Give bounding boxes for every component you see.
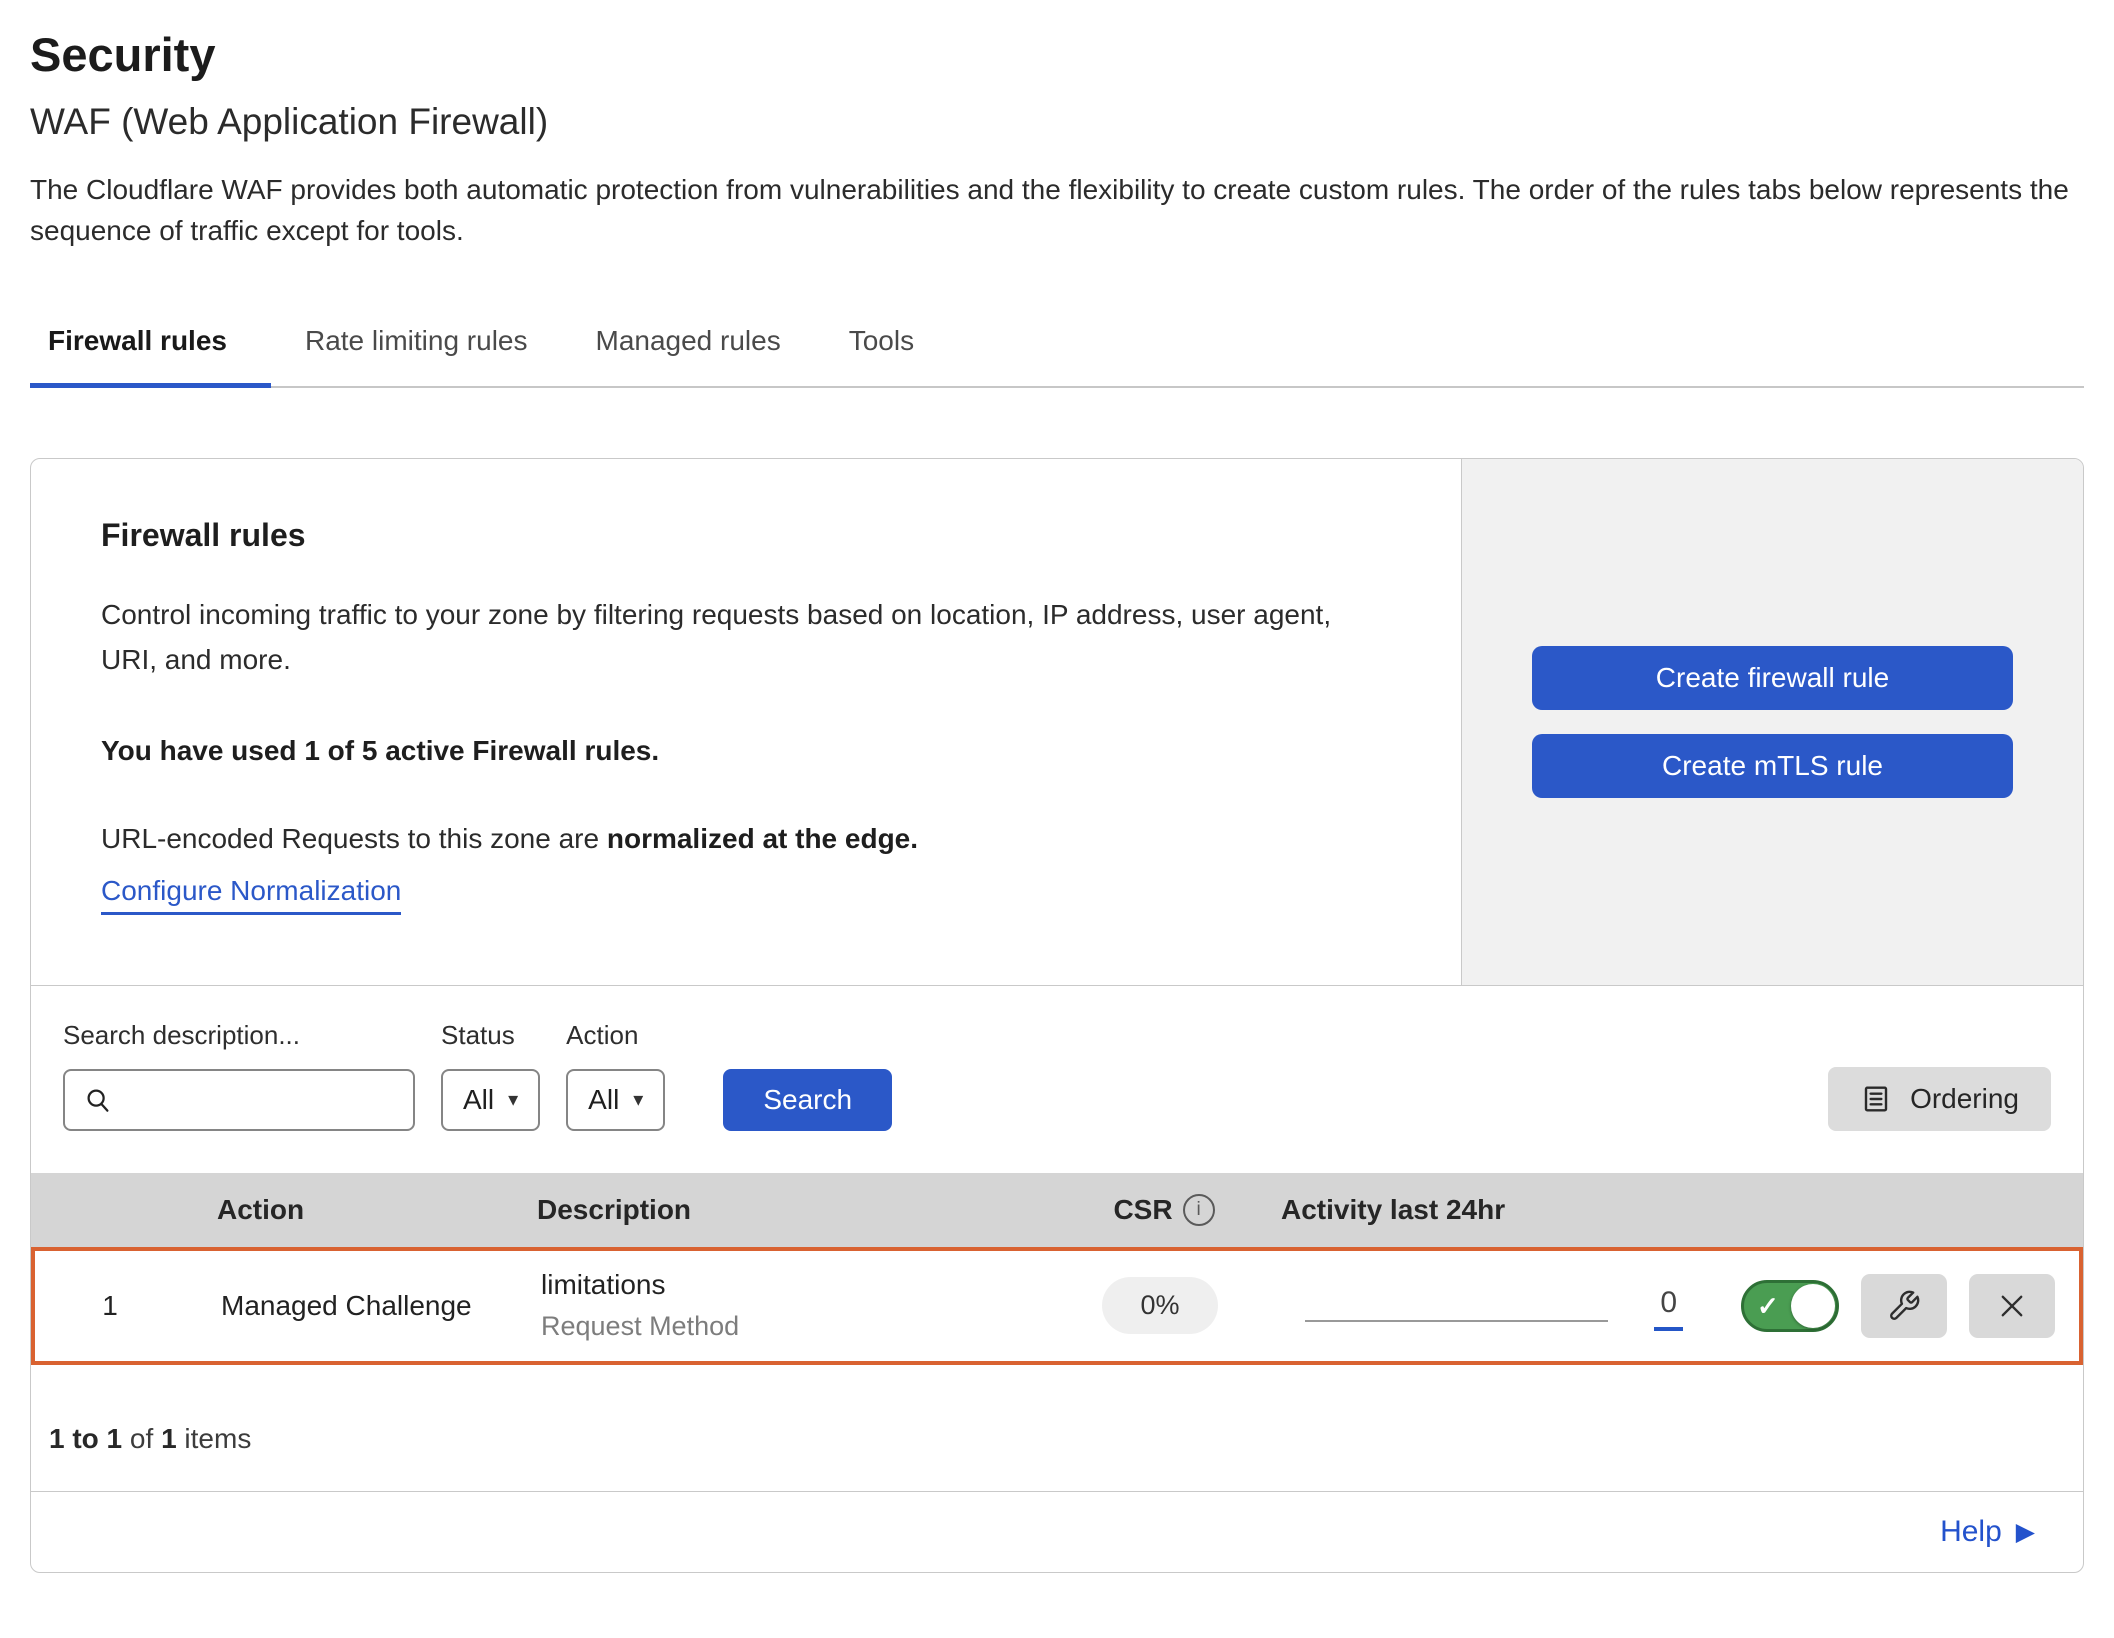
info-icon[interactable]: i <box>1183 1194 1215 1226</box>
create-firewall-rule-button[interactable]: Create firewall rule <box>1532 646 2013 710</box>
page-subtitle: WAF (Web Application Firewall) <box>30 100 2084 144</box>
search-input[interactable] <box>123 1083 395 1116</box>
status-dropdown-value: All <box>463 1084 494 1116</box>
rule-priority: 1 <box>35 1290 185 1322</box>
search-box <box>63 1069 415 1131</box>
arrow-right-icon: ▶ <box>2016 1520 2035 1545</box>
pagination-of: of <box>122 1423 161 1454</box>
page-description: The Cloudflare WAF provides both automat… <box>30 170 2075 251</box>
csr-badge: 0% <box>1102 1277 1217 1334</box>
normalization-note-text: URL-encoded Requests to this zone are <box>101 823 607 854</box>
status-dropdown[interactable]: All ▾ <box>441 1069 540 1131</box>
help-row: Help ▶ <box>31 1491 2083 1572</box>
table-row: 1 Managed Challenge limitations Request … <box>31 1247 2083 1365</box>
configure-normalization-link[interactable]: Configure Normalization <box>101 875 401 915</box>
usage-summary: You have used 1 of 5 active Firewall rul… <box>101 735 1391 767</box>
action-dropdown-value: All <box>588 1084 619 1116</box>
pagination-count: 1 <box>161 1423 177 1454</box>
close-icon <box>1995 1289 2029 1323</box>
overview-description: Control incoming traffic to your zone by… <box>101 592 1391 683</box>
rule-description-cell: limitations Request Method <box>515 1269 1065 1342</box>
ordering-button-label: Ordering <box>1910 1083 2019 1115</box>
normalization-note-bold: normalized at the edge. <box>607 823 918 854</box>
activity-count-link[interactable]: 0 <box>1654 1286 1683 1331</box>
filter-bar: Search description... Status All ▾ Actio… <box>31 985 2083 1173</box>
action-label: Action <box>566 1020 665 1051</box>
table-header-row: Action Description CSR i Activity last 2… <box>31 1173 2083 1247</box>
chevron-down-icon: ▾ <box>633 1087 643 1112</box>
search-label: Search description... <box>63 1020 415 1051</box>
edit-rule-button[interactable] <box>1861 1274 1947 1338</box>
pagination-items: items <box>177 1423 252 1454</box>
pagination-summary: 1 to 1 of 1 items <box>31 1365 2083 1491</box>
header-csr-label: CSR <box>1113 1194 1172 1226</box>
action-dropdown[interactable]: All ▾ <box>566 1069 665 1131</box>
search-button[interactable]: Search <box>723 1069 892 1131</box>
rule-description[interactable]: limitations <box>541 1269 1065 1301</box>
rule-csr-cell: 0% <box>1065 1277 1255 1334</box>
pagination-range: 1 to 1 <box>49 1423 122 1454</box>
activity-sparkline <box>1305 1320 1608 1322</box>
ordering-button[interactable]: Ordering <box>1828 1067 2051 1131</box>
rule-activity-cell: 0 <box>1255 1283 1735 1328</box>
security-waf-page: Security WAF (Web Application Firewall) … <box>0 0 2114 1573</box>
header-activity: Activity last 24hr <box>1259 1194 1739 1226</box>
chevron-down-icon: ▾ <box>508 1087 518 1112</box>
status-label: Status <box>441 1020 540 1051</box>
status-filter-group: Status All ▾ <box>441 1020 540 1131</box>
toggle-knob <box>1791 1284 1835 1328</box>
tab-tools[interactable]: Tools <box>815 309 948 388</box>
help-link-label: Help <box>1940 1515 2002 1549</box>
rule-action: Managed Challenge <box>185 1290 515 1322</box>
firewall-rules-card: Firewall rules Control incoming traffic … <box>30 458 2084 1573</box>
header-action: Action <box>181 1194 511 1226</box>
search-filter-group: Search description... <box>63 1020 415 1131</box>
rules-tab-bar: Firewall rules Rate limiting rules Manag… <box>30 309 2084 388</box>
overview-heading: Firewall rules <box>101 517 1391 554</box>
action-filter-group: Action All ▾ <box>566 1020 665 1131</box>
header-csr: CSR i <box>1069 1194 1259 1226</box>
help-link[interactable]: Help ▶ <box>1940 1515 2035 1549</box>
list-icon <box>1860 1083 1892 1115</box>
rule-description-note: Request Method <box>541 1311 1065 1342</box>
create-mtls-rule-button[interactable]: Create mTLS rule <box>1532 734 2013 798</box>
rule-enabled-toggle[interactable]: ✓ <box>1741 1280 1839 1332</box>
create-actions-panel: Create firewall rule Create mTLS rule <box>1461 459 2083 985</box>
search-icon <box>83 1085 113 1115</box>
delete-rule-button[interactable] <box>1969 1274 2055 1338</box>
check-icon: ✓ <box>1757 1293 1779 1319</box>
tab-firewall-rules[interactable]: Firewall rules <box>30 309 271 388</box>
normalization-note: URL-encoded Requests to this zone are no… <box>101 823 1391 855</box>
rule-controls-cell: ✓ <box>1735 1274 2079 1338</box>
tab-managed-rules[interactable]: Managed rules <box>562 309 815 388</box>
wrench-icon <box>1887 1289 1921 1323</box>
header-description: Description <box>511 1194 1069 1226</box>
firewall-rules-overview: Firewall rules Control incoming traffic … <box>31 459 2083 985</box>
page-title: Security <box>30 28 2084 82</box>
tab-rate-limiting-rules[interactable]: Rate limiting rules <box>271 309 562 388</box>
overview-text-block: Firewall rules Control incoming traffic … <box>31 459 1461 985</box>
